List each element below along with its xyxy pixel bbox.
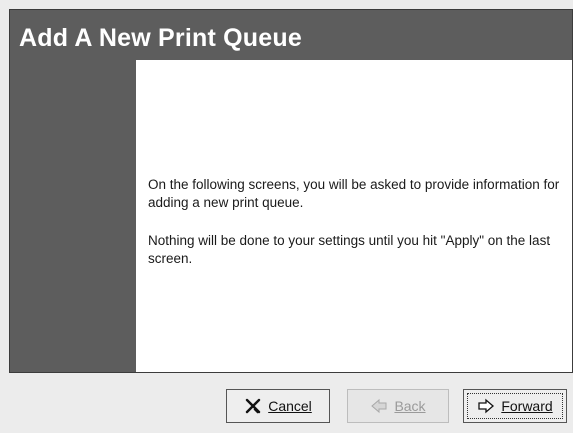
cancel-button[interactable]: Cancel <box>226 389 330 423</box>
button-bar: Cancel Back Forward <box>0 371 573 433</box>
intro-paragraph: On the following screens, you will be as… <box>148 177 560 210</box>
forward-button[interactable]: Forward <box>463 389 567 423</box>
page-title: Add A New Print Queue <box>19 24 302 52</box>
left-arrow-icon <box>371 398 387 414</box>
notice-paragraph: Nothing will be done to your settings un… <box>148 233 551 266</box>
focus-ring <box>467 393 563 419</box>
sidebar-panel <box>10 60 136 372</box>
back-button[interactable]: Back <box>347 389 449 423</box>
back-label: Back <box>394 398 426 414</box>
druid-frame: Add A New Print Queue On the following s… <box>9 9 573 373</box>
cancel-icon <box>246 398 261 414</box>
content-panel: On the following screens, you will be as… <box>136 60 572 372</box>
cancel-label: Cancel <box>268 398 312 414</box>
